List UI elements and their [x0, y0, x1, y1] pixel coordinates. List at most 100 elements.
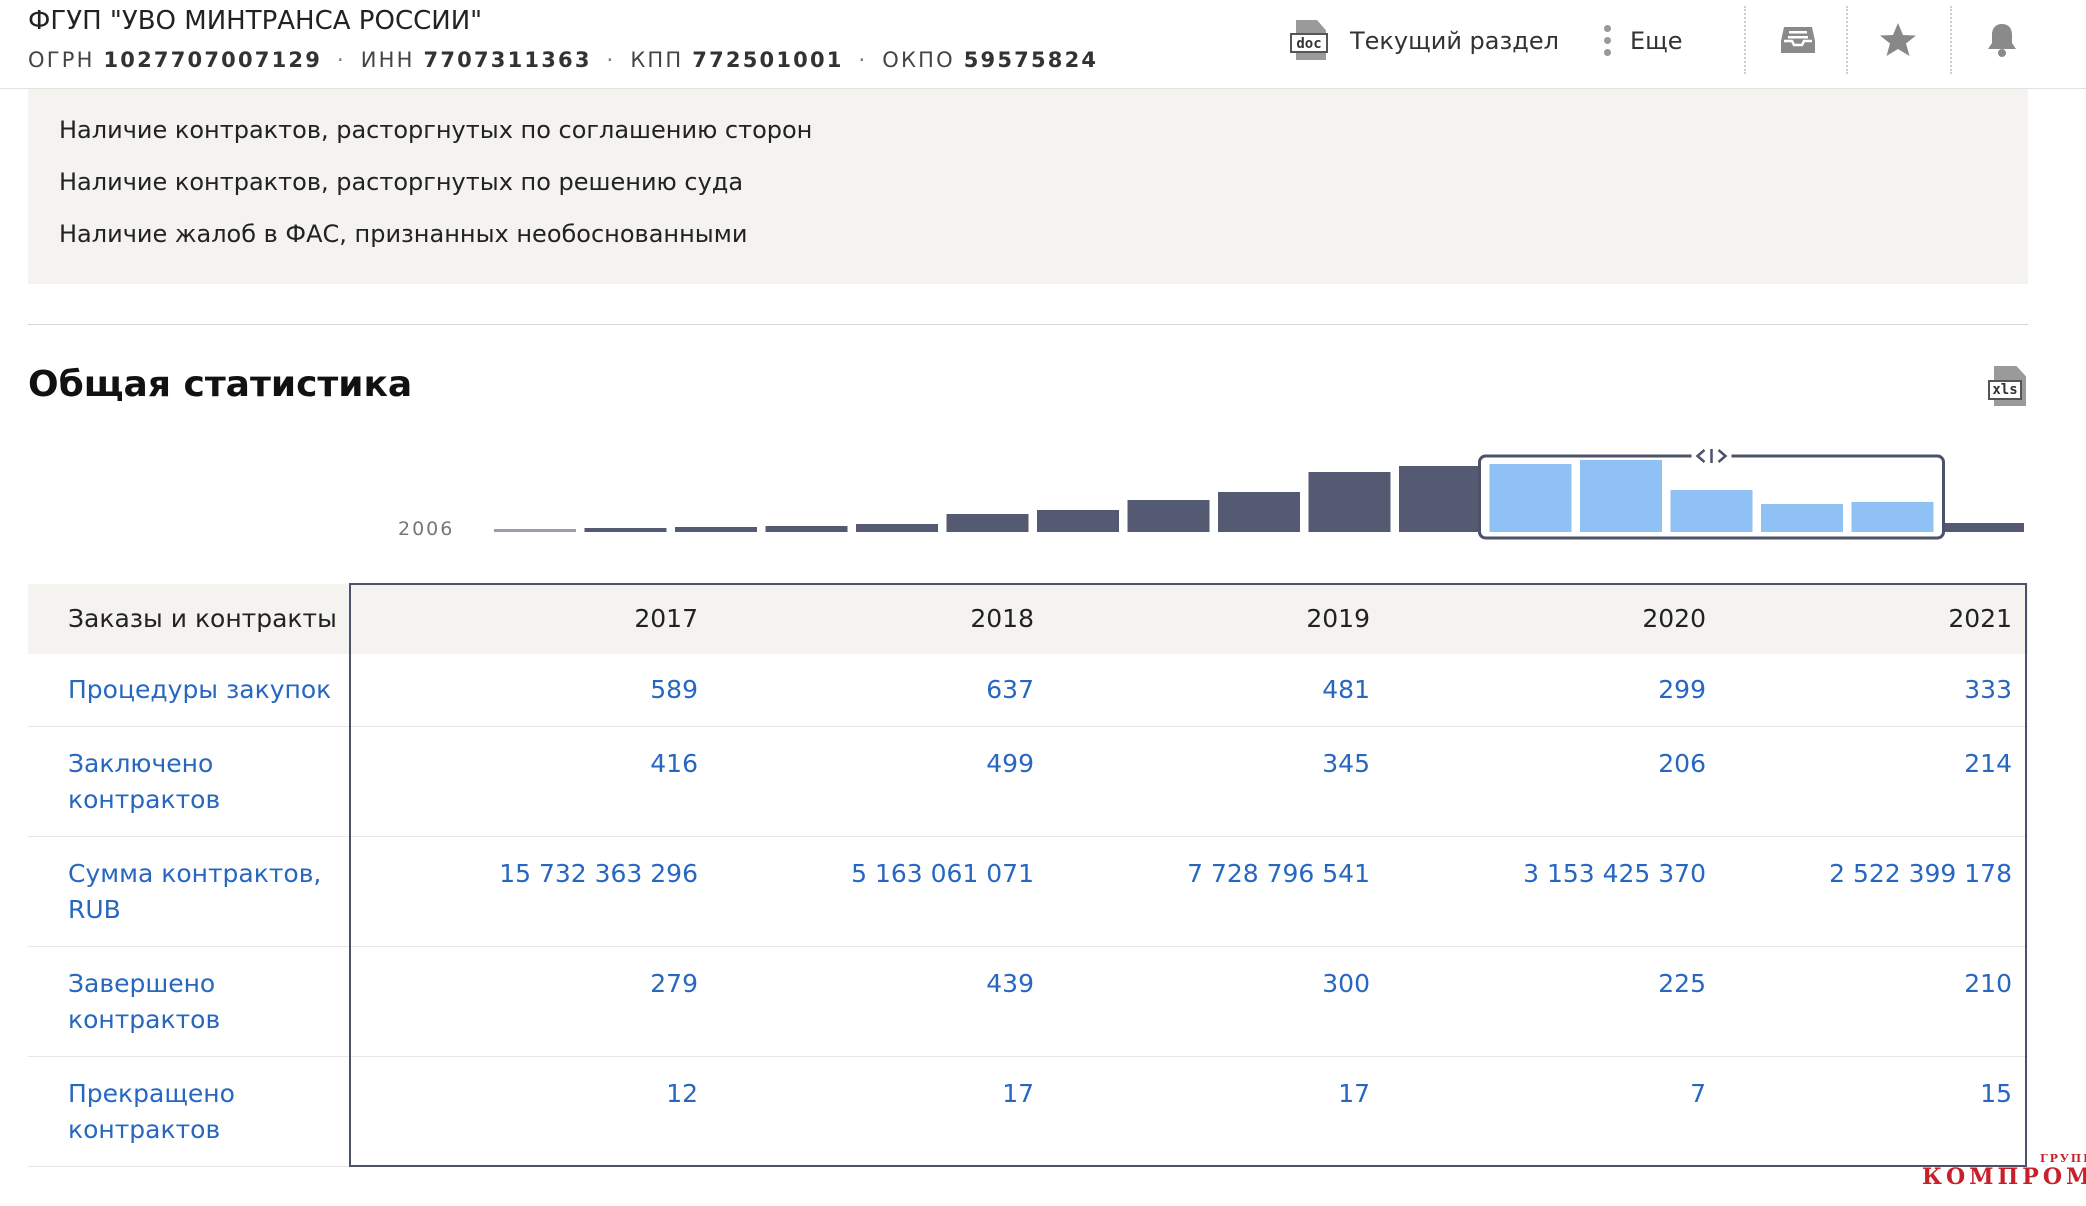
table-cell[interactable]: 17: [734, 1076, 1034, 1112]
section-title: Общая статистика: [28, 364, 413, 405]
table-cell[interactable]: 416: [398, 746, 698, 782]
row-label-procedures[interactable]: Процедуры закупок: [68, 672, 348, 708]
timeline-bar-2011[interactable]: [946, 514, 1029, 532]
current-section-button[interactable]: doc Текущий раздел: [1290, 16, 1559, 66]
watermark: КОМПРОМАТ ГРУПП: [1922, 1152, 2086, 1190]
separator-dot: ·: [606, 48, 616, 72]
risk-item: Наличие контрактов, расторгнутых по согл…: [59, 116, 813, 144]
row-label-terminated[interactable]: Прекращено контрактов: [68, 1076, 348, 1148]
table-cell[interactable]: 481: [1070, 672, 1370, 708]
timeline-bar-2020[interactable]: [1761, 504, 1843, 532]
table-cell[interactable]: 15: [1712, 1076, 2012, 1112]
table-cell[interactable]: 3 153 425 370: [1406, 856, 1706, 892]
table-cell[interactable]: 300: [1070, 966, 1370, 1002]
header: ФГУП "УВО МИНТРАНСА РОССИИ" ОГРН 1027707…: [0, 0, 2086, 89]
table-cell[interactable]: 7: [1406, 1076, 1706, 1112]
inbox-icon[interactable]: [1776, 18, 1820, 62]
risk-item: Наличие жалоб в ФАС, признанных необосно…: [59, 220, 748, 248]
timeline-bar-2017[interactable]: [1489, 464, 1572, 532]
table-cell[interactable]: 12: [398, 1076, 698, 1112]
ogrn-value: 1027707007129: [103, 48, 323, 72]
bell-icon[interactable]: [1980, 18, 2024, 62]
header-separator: [1950, 6, 1952, 74]
timeline-bar-2008[interactable]: [675, 527, 757, 532]
separator-dot: ·: [336, 48, 346, 72]
xls-icon-label: xls: [1988, 380, 2022, 400]
more-dots-icon: [1602, 21, 1612, 61]
timeline-start-year: 2006: [398, 518, 455, 540]
table-header-label: Заказы и контракты: [68, 604, 337, 633]
row-label-concluded[interactable]: Заключено контрактов: [68, 746, 348, 818]
year-header-2020[interactable]: 2020: [1406, 601, 1706, 637]
timeline-bar-2018[interactable]: [1580, 460, 1662, 532]
table-cell[interactable]: 206: [1406, 746, 1706, 782]
year-header-2019[interactable]: 2019: [1070, 601, 1370, 637]
timeline-bar-2006[interactable]: [494, 529, 576, 532]
star-icon[interactable]: [1876, 18, 1920, 62]
table-cell[interactable]: 499: [734, 746, 1034, 782]
table-cell[interactable]: 214: [1712, 746, 2012, 782]
table-header-row: Заказы и контракты 2017 2018 2019 2020 2…: [28, 584, 2028, 654]
table-cell[interactable]: 2 522 399 178: [1712, 856, 2012, 892]
timeline-bar-2019[interactable]: [1670, 490, 1753, 532]
table-cell[interactable]: 637: [734, 672, 1034, 708]
timeline-bar-2012[interactable]: [1037, 510, 1119, 532]
table-cell[interactable]: 210: [1712, 966, 2012, 1002]
row-label-completed[interactable]: Завершено контрактов: [68, 966, 348, 1038]
table-cell[interactable]: 333: [1712, 672, 2012, 708]
inn-value: 7707311363: [423, 48, 592, 72]
table-row: Заключено контрактов 416 499 345 206 214: [28, 726, 2028, 837]
timeline-bar-2015[interactable]: [1308, 472, 1391, 532]
table-cell[interactable]: 5 163 061 071: [734, 856, 1034, 892]
table-row: Процедуры закупок 589 637 481 299 333: [28, 654, 2028, 727]
doc-icon-label: doc: [1290, 33, 1328, 53]
header-separator: [1846, 6, 1848, 74]
table-cell[interactable]: 589: [398, 672, 698, 708]
row-label-amount[interactable]: Сумма контрактов, RUB: [68, 856, 348, 928]
timeline-bar-2021[interactable]: [1851, 502, 1934, 532]
timeline-svg: [494, 446, 2024, 540]
separator-dot: ·: [858, 48, 868, 72]
year-header-2018[interactable]: 2018: [734, 601, 1034, 637]
inn-label: ИНН: [360, 48, 415, 72]
timeline-chart[interactable]: 2006: [0, 440, 2086, 540]
table-row: Сумма контрактов, RUB 15 732 363 296 5 1…: [28, 836, 2028, 947]
timeline-bar-2010[interactable]: [856, 524, 938, 532]
xls-export-icon[interactable]: xls: [1986, 366, 2028, 408]
timeline-bar-2009[interactable]: [765, 526, 848, 532]
kpp-value: 772501001: [692, 48, 844, 72]
year-header-2021[interactable]: 2021: [1712, 601, 2012, 637]
table-cell[interactable]: 17: [1070, 1076, 1370, 1112]
timeline-bar-2007[interactable]: [584, 528, 667, 532]
table-cell[interactable]: 15 732 363 296: [398, 856, 698, 892]
table-row: Прекращено контрактов 12 17 17 7 15: [28, 1056, 2028, 1167]
okpo-value: 59575824: [963, 48, 1099, 72]
table-cell[interactable]: 299: [1406, 672, 1706, 708]
doc-icon: doc: [1290, 20, 1330, 62]
year-header-2017[interactable]: 2017: [398, 601, 698, 637]
risk-factors-panel: Наличие контрактов, расторгнутых по согл…: [28, 88, 2028, 284]
table-cell[interactable]: 279: [398, 966, 698, 1002]
header-separator: [1744, 6, 1746, 74]
timeline-bar-2022[interactable]: [1942, 523, 2024, 532]
table-cell[interactable]: 345: [1070, 746, 1370, 782]
timeline-bar-2014[interactable]: [1218, 492, 1300, 532]
ogrn-label: ОГРН: [28, 48, 95, 72]
risk-item: Наличие контрактов, расторгнутых по реше…: [59, 168, 744, 196]
watermark-sub: ГРУПП: [2040, 1152, 2086, 1165]
timeline-bar-2013[interactable]: [1127, 500, 1210, 532]
okpo-label: ОКПО: [882, 48, 955, 72]
more-button[interactable]: Еще: [1602, 16, 1683, 66]
table-cell[interactable]: 225: [1406, 966, 1706, 1002]
org-name: ФГУП "УВО МИНТРАНСА РОССИИ": [28, 6, 483, 36]
table-cell[interactable]: 7 728 796 541: [1070, 856, 1370, 892]
timeline-bar-2016[interactable]: [1399, 466, 1481, 532]
current-section-label: Текущий раздел: [1350, 27, 1559, 55]
kpp-label: КПП: [630, 48, 684, 72]
table-row: Завершено контрактов 279 439 300 225 210: [28, 946, 2028, 1057]
more-label: Еще: [1630, 27, 1683, 55]
org-ids: ОГРН 1027707007129 · ИНН 7707311363 · КП…: [28, 48, 1098, 72]
section-divider: [28, 324, 2028, 325]
watermark-text: КОМПРОМАТ: [1922, 1164, 2086, 1190]
table-cell[interactable]: 439: [734, 966, 1034, 1002]
